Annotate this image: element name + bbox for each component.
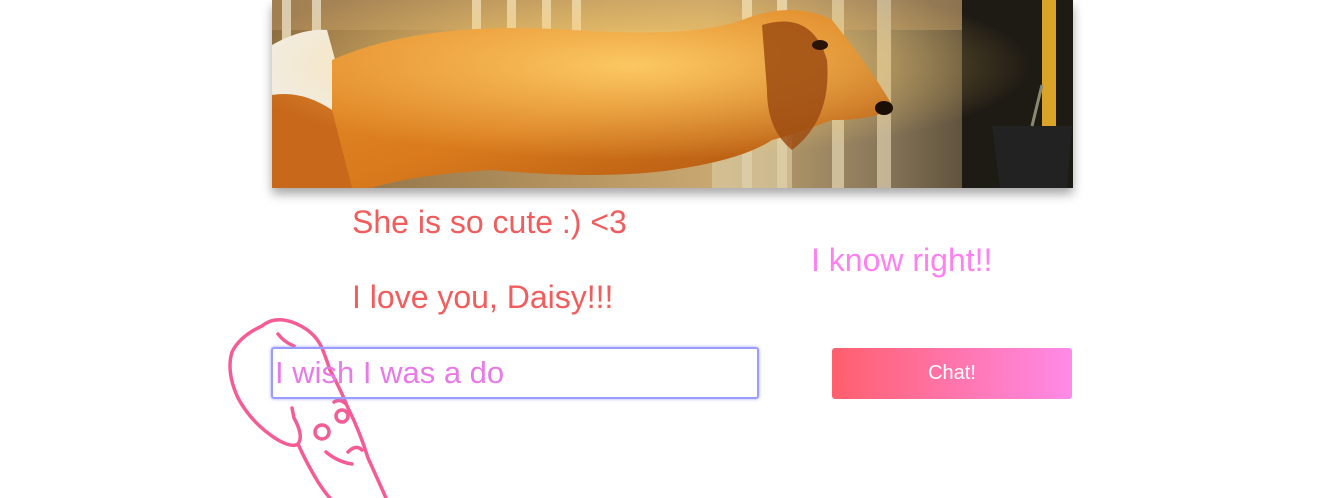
chat-page: She is so cute :) <3 I love you, Daisy!!… [0,0,1334,498]
chat-message-input[interactable] [271,347,759,399]
message-me: I love you, Daisy!!! [352,279,614,315]
message-me: She is so cute :) <3 [352,204,627,240]
dog-photo-image [272,0,1073,188]
chat-send-button[interactable]: Chat! [832,348,1072,399]
message-other: I know right!! [811,242,993,278]
dog-doodle-icon [228,318,388,498]
dog-photo [272,0,1073,188]
